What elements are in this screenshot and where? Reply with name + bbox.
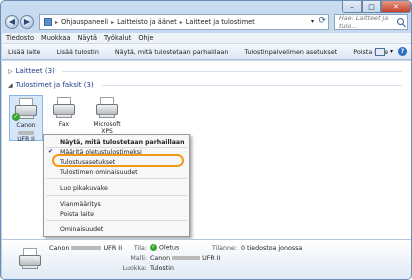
menu-separator bbox=[46, 147, 187, 148]
divider bbox=[62, 71, 402, 72]
breadcrumb-separator[interactable]: ▸ bbox=[55, 19, 58, 26]
menu-view[interactable]: Näytä bbox=[78, 34, 98, 42]
maximize-button[interactable]: □ bbox=[362, 1, 381, 13]
add-printer-button[interactable]: Lisää tulostin bbox=[56, 48, 98, 56]
details-category-label: Luokka: bbox=[122, 265, 147, 272]
menu-create-shortcut[interactable]: Luo pikakuvake bbox=[60, 185, 108, 192]
group-devices[interactable]: ▷ Laitteet (3) bbox=[8, 67, 55, 75]
menu-tools[interactable]: Työkalut bbox=[104, 34, 131, 42]
details-status-text: Oletus bbox=[159, 244, 180, 252]
printer-icon bbox=[94, 97, 120, 119]
details-category-value: Tulostin bbox=[150, 265, 174, 272]
back-button[interactable]: ◀ bbox=[5, 15, 19, 29]
menu-remove-device[interactable]: Poista laite bbox=[60, 211, 94, 218]
menu-help[interactable]: Ohje bbox=[138, 34, 153, 42]
menu-separator bbox=[46, 220, 187, 221]
collapse-arrow-icon[interactable]: ◢ bbox=[8, 82, 13, 89]
group-devices-label: Laitteet (3) bbox=[15, 67, 55, 75]
devices-and-printers-window: – □ ✕ ◀ ▶ ▸ Ohjauspaneeli ▸ Laitteisto j… bbox=[0, 0, 412, 280]
breadcrumb-control-panel[interactable]: Ohjauspaneeli bbox=[61, 18, 108, 26]
breadcrumb-devices-printers[interactable]: Laitteet ja tulostimet bbox=[186, 18, 255, 26]
highlight-ring bbox=[52, 154, 184, 167]
group-printers-label: Tulostimet ja faksit (3) bbox=[15, 81, 94, 89]
address-dropdown-icon[interactable]: ▾ bbox=[311, 18, 314, 25]
details-name-prefix: Canon bbox=[49, 244, 70, 252]
redacted-model bbox=[18, 130, 34, 135]
printer-canon[interactable]: ✓ Canon UFR II bbox=[9, 95, 43, 143]
divider bbox=[102, 85, 402, 86]
minimize-button[interactable]: – bbox=[342, 1, 362, 13]
printer-fax[interactable]: Fax bbox=[47, 97, 81, 128]
expand-arrow-icon[interactable]: ▷ bbox=[8, 68, 13, 75]
view-dropdown-icon[interactable]: ▾ bbox=[390, 48, 393, 55]
menu-see-whats-printing[interactable]: Näytä, mitä tulostetaan parhaillaan bbox=[60, 139, 184, 146]
menu-printer-properties[interactable]: Tulostimen ominaisuudet bbox=[60, 169, 138, 176]
context-menu: Näytä, mitä tulostetaan parhaillaan ✔ Mä… bbox=[43, 134, 190, 237]
breadcrumb-hardware-sound[interactable]: Laitteisto ja äänet bbox=[117, 18, 177, 26]
add-device-button[interactable]: Lisää laite bbox=[8, 48, 40, 56]
redacted-model bbox=[172, 256, 201, 260]
menu-troubleshoot[interactable]: Vianmääritys bbox=[60, 201, 101, 208]
group-printers[interactable]: ◢ Tulostimet ja faksit (3) bbox=[8, 81, 94, 89]
printer-driver: UFR II bbox=[17, 136, 35, 143]
details-model-prefix: Canon bbox=[150, 255, 171, 262]
menu-edit[interactable]: Muokkaa bbox=[41, 34, 71, 42]
control-panel-icon bbox=[44, 18, 52, 26]
details-model-label: Malli: bbox=[130, 255, 147, 262]
search-icon[interactable] bbox=[397, 18, 404, 25]
fax-icon bbox=[51, 97, 77, 119]
details-queue-value: 0 tiedostoa jonossa bbox=[241, 245, 303, 252]
printer-name: Fax bbox=[58, 121, 70, 128]
details-model-value: Canon UFR II bbox=[150, 255, 220, 262]
details-status-label: Tila: bbox=[133, 245, 147, 252]
details-status-value: ✓ Oletus bbox=[150, 244, 179, 252]
breadcrumb-separator[interactable]: ▸ bbox=[111, 19, 114, 26]
menu-bar: Tiedosto Muokkaa Näytä Työkalut Ohje bbox=[2, 33, 411, 44]
address-bar[interactable]: ▸ Ohjauspaneeli ▸ Laitteisto ja äänet ▸ … bbox=[39, 14, 329, 30]
menu-separator bbox=[46, 178, 187, 179]
menu-properties[interactable]: Ominaisuudet bbox=[60, 226, 103, 233]
print-server-properties-button[interactable]: Tulostinpalvelimen asetukset bbox=[244, 48, 337, 56]
breadcrumb-separator[interactable]: ▸ bbox=[180, 19, 183, 26]
close-button[interactable]: ✕ bbox=[381, 1, 411, 13]
search-input[interactable]: Hae: Laitteet ja tulo... bbox=[334, 14, 408, 30]
printer-microsoft-xps[interactable]: Microsoft XPS bbox=[90, 97, 124, 135]
change-view-icon[interactable] bbox=[374, 47, 385, 56]
printer-name: Canon bbox=[16, 122, 36, 129]
default-check-icon: ✓ bbox=[150, 244, 157, 251]
details-model-suffix: UFR II bbox=[202, 255, 221, 262]
printer-name: Microsoft bbox=[93, 121, 121, 128]
details-queue-label: Tilanne: bbox=[212, 245, 237, 252]
menu-separator bbox=[46, 195, 187, 196]
check-icon: ✔ bbox=[48, 148, 54, 155]
details-printer-icon bbox=[17, 248, 43, 272]
default-printer-check-icon: ✓ bbox=[12, 113, 20, 121]
see-whats-printing-button[interactable]: Näytä, mitä tulostetaan parhaillaan bbox=[115, 48, 229, 56]
title-bar: – □ ✕ ◀ ▶ ▸ Ohjauspaneeli ▸ Laitteisto j… bbox=[1, 1, 411, 37]
menu-file[interactable]: Tiedosto bbox=[6, 34, 34, 42]
refresh-icon[interactable]: ⟳ bbox=[318, 16, 326, 26]
printer-name-line2 bbox=[10, 129, 42, 136]
help-icon[interactable]: ? bbox=[398, 47, 407, 56]
redacted-model bbox=[71, 246, 102, 250]
details-printer-name: Canon UFR II bbox=[49, 244, 122, 252]
forward-button[interactable]: ▶ bbox=[20, 15, 34, 29]
command-bar: Lisää laite Lisää tulostin Näytä, mitä t… bbox=[2, 44, 411, 60]
